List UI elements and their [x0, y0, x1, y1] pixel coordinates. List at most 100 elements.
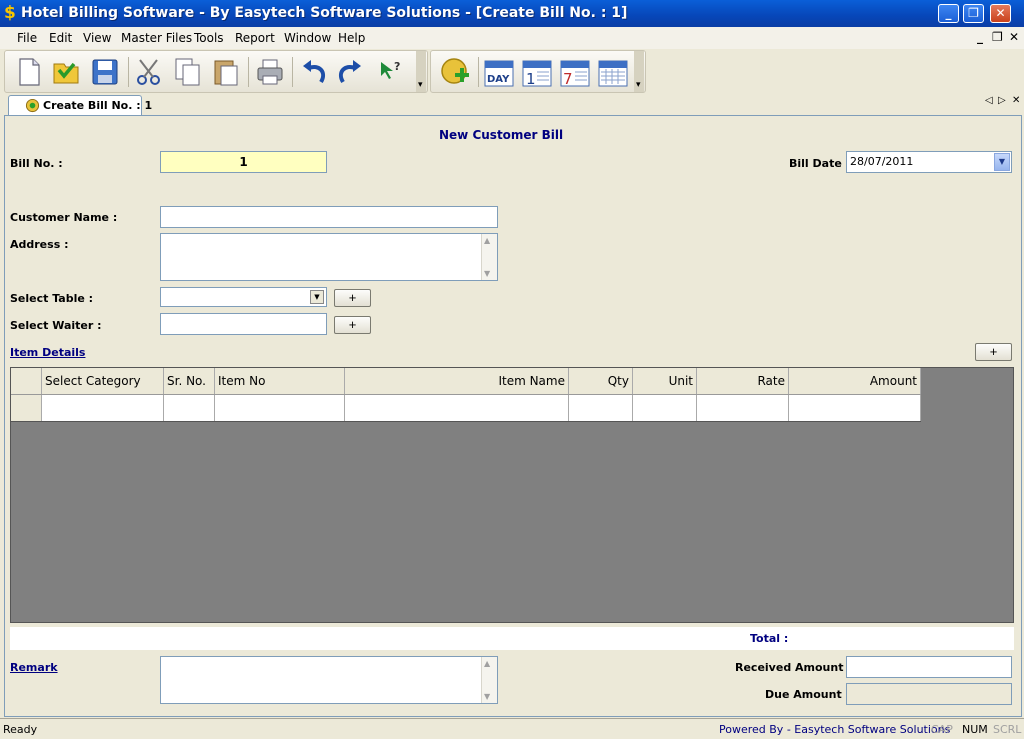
redo-icon[interactable]: [335, 56, 367, 88]
tab-prev-icon[interactable]: ◁: [985, 95, 993, 106]
menu-report[interactable]: Report: [235, 31, 275, 45]
menu-file[interactable]: File: [17, 31, 37, 45]
status-cap: CAP: [931, 723, 953, 736]
remark-textarea[interactable]: ▲ ▼: [160, 656, 498, 704]
cell-sr-no[interactable]: [164, 395, 215, 421]
status-ready: Ready: [3, 723, 38, 736]
address-scrollbar[interactable]: ▲ ▼: [481, 234, 497, 280]
day-calendar-icon[interactable]: DAY: [483, 56, 515, 88]
add-waiter-button[interactable]: +: [334, 316, 371, 334]
column-header-rate[interactable]: Rate: [697, 368, 789, 394]
remark-scrollbar[interactable]: ▲ ▼: [481, 657, 497, 703]
month-calendar-1-icon[interactable]: 1: [521, 56, 553, 88]
menu-help[interactable]: Help: [338, 31, 365, 45]
cell-rate[interactable]: [697, 395, 789, 421]
item-details-link[interactable]: Item Details: [10, 346, 85, 359]
document-tab-strip: Create Bill No. : 1: [0, 93, 1024, 115]
bill-date-picker[interactable]: 28/07/2011 ▼: [846, 151, 1012, 173]
remark-link[interactable]: Remark: [10, 661, 58, 674]
address-label: Address :: [10, 238, 69, 251]
column-header-item-no[interactable]: Item No: [215, 368, 345, 394]
title-bar[interactable]: $ Hotel Billing Software - By Easytech S…: [0, 0, 1024, 27]
cell-item-name[interactable]: [345, 395, 569, 421]
total-bar: Total :: [10, 627, 1014, 650]
add-coin-icon[interactable]: [439, 56, 471, 88]
maximize-button[interactable]: ❐: [963, 4, 984, 23]
tab-close-icon[interactable]: ✕: [1012, 95, 1020, 106]
status-scrl: SCRL: [993, 723, 1022, 736]
bill-no-field[interactable]: 1: [160, 151, 327, 173]
new-document-icon[interactable]: [13, 56, 45, 88]
table-row[interactable]: [11, 395, 921, 422]
chevron-down-icon[interactable]: ▼: [310, 290, 324, 304]
app-dollar-icon: $: [4, 3, 16, 23]
customer-name-label: Customer Name :: [10, 211, 118, 224]
window-title: Hotel Billing Software - By Easytech Sof…: [21, 5, 628, 21]
svg-text:7: 7: [563, 70, 573, 88]
column-header-select-category[interactable]: Select Category: [42, 368, 164, 394]
menu-view[interactable]: View: [83, 31, 111, 45]
status-num: NUM: [962, 723, 988, 736]
copy-icon[interactable]: [172, 56, 204, 88]
grid-corner: [11, 368, 42, 394]
mdi-restore-button[interactable]: ❐: [992, 30, 1003, 44]
select-table-dropdown[interactable]: ▼: [160, 287, 327, 307]
column-header-item-name[interactable]: Item Name: [345, 368, 569, 394]
add-item-button[interactable]: +: [975, 343, 1012, 361]
print-icon[interactable]: [254, 56, 286, 88]
form-heading: New Customer Bill: [439, 128, 564, 142]
customer-name-input[interactable]: [160, 206, 498, 228]
chevron-down-icon[interactable]: ▼: [994, 153, 1010, 171]
select-waiter-input[interactable]: [160, 313, 327, 335]
column-header-sr-no[interactable]: Sr. No.: [164, 368, 215, 394]
cut-icon[interactable]: [133, 56, 165, 88]
save-icon[interactable]: [89, 56, 121, 88]
column-header-amount[interactable]: Amount: [789, 368, 921, 394]
whats-this-icon[interactable]: ?: [375, 56, 407, 88]
paste-icon[interactable]: [210, 56, 242, 88]
bill-date-value: 28/07/2011: [850, 155, 914, 168]
menu-tools[interactable]: Tools: [194, 31, 224, 45]
cell-qty[interactable]: [569, 395, 633, 421]
menu-edit[interactable]: Edit: [49, 31, 72, 45]
svg-text:DAY: DAY: [487, 74, 510, 85]
select-table-label: Select Table :: [10, 292, 94, 305]
tab-label: Create Bill No. : 1: [43, 99, 153, 112]
received-amount-input[interactable]: [846, 656, 1012, 678]
item-details-grid[interactable]: Select Category Sr. No. Item No Item Nam…: [10, 367, 1014, 623]
standard-toolbar: ?: [4, 50, 428, 93]
cell-amount[interactable]: [789, 395, 921, 421]
status-bar: Ready Powered By - Easytech Software Sol…: [0, 718, 1024, 739]
select-waiter-label: Select Waiter :: [10, 319, 102, 332]
cell-item-no[interactable]: [215, 395, 345, 421]
close-button[interactable]: ✕: [990, 4, 1011, 23]
svg-text:?: ?: [394, 60, 400, 73]
received-amount-label: Received Amount :: [735, 661, 852, 674]
calendar-grid-icon[interactable]: [597, 56, 629, 88]
menu-window[interactable]: Window: [284, 31, 331, 45]
svg-text:1: 1: [526, 70, 536, 88]
menu-bar: File Edit View Master Files Tools Report…: [0, 27, 1024, 49]
column-header-unit[interactable]: Unit: [633, 368, 697, 394]
total-label: Total :: [750, 632, 789, 645]
status-powered-by: Powered By - Easytech Software Solutions: [719, 723, 951, 736]
row-header[interactable]: [11, 395, 42, 421]
cell-unit[interactable]: [633, 395, 697, 421]
menu-master-files[interactable]: Master Files: [121, 31, 192, 45]
open-folder-icon[interactable]: [50, 56, 82, 88]
address-textarea[interactable]: ▲ ▼: [160, 233, 498, 281]
week-calendar-7-icon[interactable]: 7: [559, 56, 591, 88]
reports-toolbar: DAY 1 7: [430, 50, 646, 93]
tab-create-bill[interactable]: Create Bill No. : 1: [8, 95, 152, 115]
column-header-qty[interactable]: Qty: [569, 368, 633, 394]
due-amount-field: [846, 683, 1012, 705]
minimize-button[interactable]: _: [938, 4, 959, 23]
add-table-button[interactable]: +: [334, 289, 371, 307]
bill-date-label: Bill Date :: [789, 157, 851, 170]
mdi-close-button[interactable]: ✕: [1009, 30, 1019, 44]
cell-select-category[interactable]: [42, 395, 164, 421]
tab-next-icon[interactable]: ▷: [998, 95, 1006, 106]
mdi-minimize-button[interactable]: _: [977, 30, 983, 44]
bill-tab-icon: [25, 98, 40, 113]
undo-icon[interactable]: [297, 56, 329, 88]
